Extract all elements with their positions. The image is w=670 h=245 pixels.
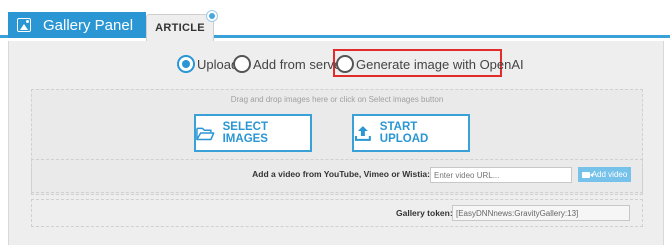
folder-open-icon: [196, 127, 215, 140]
option-server-label: Add from server: [253, 56, 346, 72]
option-openai-label: Generate image with OpenAI: [356, 56, 524, 72]
tab-article-label: ARTICLE: [155, 22, 205, 34]
gallery-main-panel: Upload Add from server Generate image wi…: [8, 41, 664, 245]
option-add-from-server[interactable]: Add from server: [233, 53, 345, 75]
select-images-label: SELECT IMAGES: [222, 121, 268, 145]
start-upload-button[interactable]: START UPLOAD: [352, 114, 470, 152]
panel-title-text: Gallery Panel: [43, 16, 134, 34]
upload-icon: [354, 126, 371, 141]
video-camera-icon: [581, 171, 593, 178]
gallery-token-field[interactable]: [452, 205, 630, 221]
image-icon: [17, 18, 31, 32]
source-options: Upload Add from server Generate image wi…: [9, 49, 663, 77]
token-row: Gallery token:: [31, 199, 643, 227]
tab-article[interactable]: ARTICLE: [146, 11, 217, 41]
radio-generate-openai[interactable]: [336, 55, 354, 73]
video-url-input[interactable]: [430, 167, 572, 183]
option-generate-openai[interactable]: Generate image with OpenAI: [336, 53, 524, 75]
add-video-label: Add video: [591, 170, 628, 179]
drop-hint-text: Drag and drop images here or click on Se…: [230, 95, 444, 104]
radio-add-from-server[interactable]: [233, 55, 251, 73]
radio-upload[interactable]: [177, 55, 195, 73]
header-bar: Gallery Panel ARTICLE: [0, 0, 670, 41]
option-upload[interactable]: Upload: [177, 53, 238, 75]
gallery-panel-title: Gallery Panel: [8, 12, 146, 38]
start-upload-label: START UPLOAD: [379, 121, 429, 145]
gallery-token-label: Gallery token:: [396, 208, 453, 218]
video-row: Add a video from YouTube, Vimeo or Wisti…: [31, 159, 643, 193]
video-label: Add a video from YouTube, Vimeo or Wisti…: [252, 169, 430, 179]
add-video-button[interactable]: Add video: [578, 167, 631, 182]
tab-indicator-dot: [207, 11, 217, 21]
select-images-button[interactable]: SELECT IMAGES: [194, 114, 312, 152]
